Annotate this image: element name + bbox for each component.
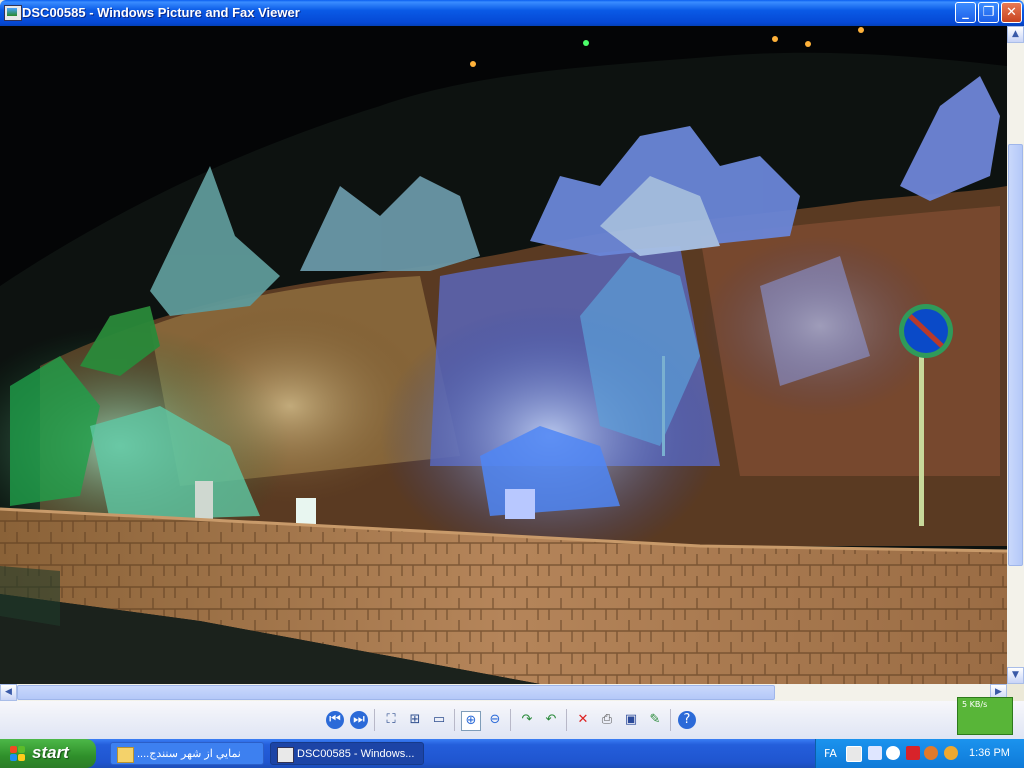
slideshow-icon[interactable]: ▭ — [430, 711, 448, 729]
save-icon[interactable]: ▣ — [622, 711, 640, 729]
horizontal-scroll-thumb[interactable] — [17, 685, 775, 700]
close-button[interactable]: ✕ — [1001, 2, 1022, 23]
network-icon[interactable] — [944, 746, 958, 760]
photo-viewport[interactable] — [0, 26, 1007, 684]
viewer-toolbar: ⏮ ⏭ ⛶ ⊞ ▭ ⊕ ⊖ ↷ ↶ ✕ ⎙ ▣ ✎ ? — [0, 701, 1024, 739]
keyboard-icon[interactable] — [846, 746, 862, 762]
taskbar-item-label: DSC00585 - Windows... — [297, 748, 415, 760]
picture-viewer-app-icon[interactable] — [4, 5, 22, 21]
toolbar-separator — [510, 709, 511, 731]
clock[interactable]: 1:36 PM — [969, 747, 1010, 759]
toolbar-separator — [566, 709, 567, 731]
network-speed-label: 5 KB/s — [962, 700, 988, 709]
back-arrow-icon[interactable] — [886, 746, 900, 760]
system-tray: FA 1:36 PM — [815, 739, 1024, 768]
toolbar-separator — [670, 709, 671, 731]
actual-size-icon[interactable]: ⊞ — [406, 711, 424, 729]
scroll-down-arrow-icon[interactable]: ▼ — [1007, 667, 1024, 684]
folder-icon — [117, 747, 134, 763]
taskbar-item-picture-viewer[interactable]: DSC00585 - Windows... — [270, 742, 424, 765]
picture-viewer-icon — [277, 747, 294, 763]
antivirus-icon[interactable] — [906, 746, 920, 760]
zoom-out-icon[interactable]: ⊖ — [486, 711, 504, 729]
help-icon[interactable]: ? — [678, 711, 696, 729]
start-label: start — [32, 743, 69, 762]
vertical-scroll-thumb[interactable] — [1008, 144, 1023, 566]
toolbar-separator — [454, 709, 455, 731]
best-fit-icon[interactable]: ⛶ — [382, 711, 400, 729]
taskbar-item-folder[interactable]: ....نمايي از شهر سنندج — [110, 742, 264, 765]
network-speed-widget[interactable]: 5 KB/s — [957, 697, 1013, 735]
scroll-up-arrow-icon[interactable]: ▲ — [1007, 26, 1024, 43]
window-title: DSC00585 - Windows Picture and Fax Viewe… — [22, 5, 300, 20]
delete-icon[interactable]: ✕ — [574, 711, 592, 729]
maximize-button[interactable]: ❐ — [978, 2, 999, 23]
toolbar-separator — [374, 709, 375, 731]
title-bar[interactable]: DSC00585 - Windows Picture and Fax Viewe… — [0, 0, 1024, 26]
vertical-scrollbar[interactable]: ▲ ▼ — [1007, 26, 1024, 684]
minimize-button[interactable]: _ — [955, 2, 976, 23]
previous-image-icon[interactable]: ⏮ — [326, 711, 344, 729]
windows-logo-icon — [10, 746, 26, 762]
zoom-in-icon[interactable]: ⊕ — [461, 711, 481, 731]
scroll-left-arrow-icon[interactable]: ◀ — [0, 684, 17, 701]
next-image-icon[interactable]: ⏭ — [350, 711, 368, 729]
taskbar-item-label: ....نمايي از شهر سنندج — [137, 748, 241, 760]
rotate-counterclockwise-icon[interactable]: ↶ — [542, 711, 560, 729]
night-hillside-photo — [0, 26, 1007, 684]
user-icon[interactable] — [924, 746, 938, 760]
help-tray-icon[interactable] — [868, 746, 882, 760]
rotate-clockwise-icon[interactable]: ↷ — [518, 711, 536, 729]
edit-image-icon[interactable]: ✎ — [646, 711, 664, 729]
horizontal-scrollbar[interactable]: ◀ ▶ — [0, 684, 1007, 701]
print-icon[interactable]: ⎙ — [598, 711, 616, 729]
taskbar: start ....نمايي از شهر سنندج DSC00585 - … — [0, 739, 1024, 768]
start-button[interactable]: start — [0, 739, 96, 768]
language-indicator[interactable]: FA — [824, 747, 837, 760]
